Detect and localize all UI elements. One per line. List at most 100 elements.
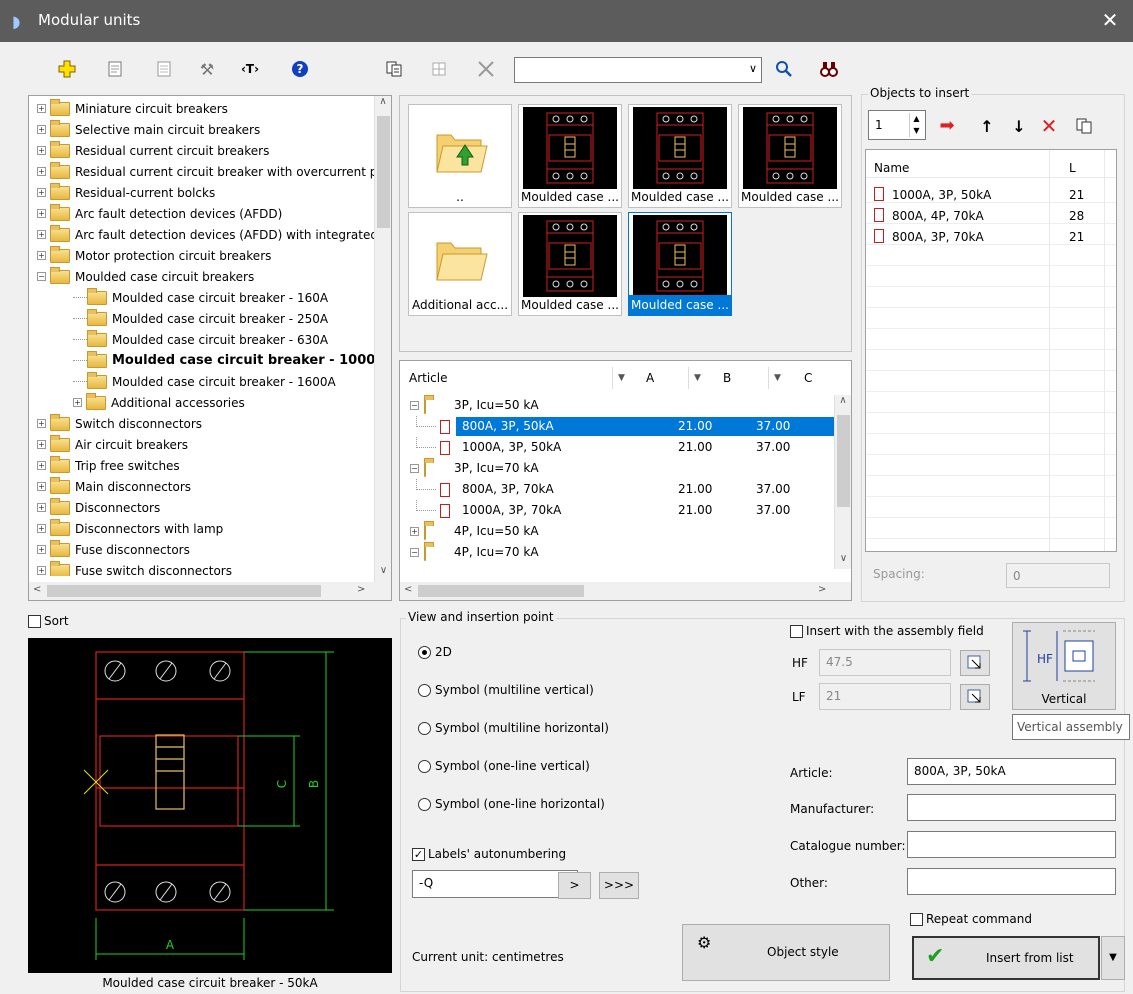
tree-item[interactable]: + Trip free switches xyxy=(37,455,180,476)
count-spinner[interactable]: 1 ▲ ▼ xyxy=(868,110,926,140)
expand-icon[interactable]: + xyxy=(37,419,46,428)
sort-check-box[interactable] xyxy=(28,615,41,628)
repeat-check-box[interactable] xyxy=(910,913,923,926)
close-button[interactable]: ✕ xyxy=(1097,8,1123,34)
properties-icon[interactable] xyxy=(103,57,127,81)
article-group-row[interactable]: − 3P, Icu=50 kA xyxy=(406,395,834,416)
delete-icon[interactable] xyxy=(474,57,498,81)
vertical-assembly-button[interactable]: HF Vertical xyxy=(1012,622,1116,710)
article-vscrollbar[interactable]: ∧ ∨ xyxy=(834,395,851,569)
binoculars-icon[interactable] xyxy=(817,57,841,81)
tree-item[interactable]: + Additional accessories xyxy=(73,392,245,413)
radio-button[interactable] xyxy=(418,646,431,659)
expand-icon[interactable]: + xyxy=(37,440,46,449)
thumbnail-tile[interactable]: .. xyxy=(408,104,512,208)
thumbnail-tile[interactable]: Moulded case ... xyxy=(628,212,732,316)
tree-item[interactable]: Moulded case circuit breaker - 160A xyxy=(73,287,328,308)
lf-field[interactable]: 21 xyxy=(819,683,951,710)
copy-icon[interactable] xyxy=(382,57,406,81)
category-tree[interactable]: + Miniature circuit breakers + Selective ma… xyxy=(28,95,392,601)
object-row[interactable]: 800A, 4P, 70kA 28 xyxy=(866,206,1116,226)
tree-hscrollbar[interactable]: < > xyxy=(29,582,391,600)
search-combo[interactable]: ∨ xyxy=(514,57,762,83)
scroll-left-icon[interactable]: < xyxy=(33,584,41,595)
expand-icon[interactable]: + xyxy=(37,461,46,470)
col-c[interactable]: C xyxy=(804,371,812,385)
tree-item[interactable]: + Residual-current bolcks xyxy=(37,182,215,203)
scroll-down-icon[interactable]: ∨ xyxy=(835,553,852,569)
view-option-radio[interactable]: 2D xyxy=(418,645,452,659)
tree-vscrollbar[interactable]: ∧ ∨ xyxy=(374,96,391,582)
search-icon[interactable] xyxy=(772,57,796,81)
thumbnail-tile[interactable]: Moulded case ... xyxy=(518,212,622,316)
article-hscroll-thumb[interactable] xyxy=(418,585,584,597)
next-number-button[interactable]: > xyxy=(558,872,591,899)
manufacturer-field[interactable] xyxy=(907,794,1116,821)
scroll-right-icon[interactable]: > xyxy=(818,584,826,595)
expand-icon[interactable]: + xyxy=(37,503,46,512)
view-option-radio[interactable]: Symbol (multiline horizontal) xyxy=(418,721,609,735)
grid-icon[interactable] xyxy=(427,57,451,81)
assembly-check-box[interactable] xyxy=(790,625,803,638)
expand-icon[interactable]: + xyxy=(37,167,46,176)
collapse-icon[interactable]: − xyxy=(37,272,46,281)
tree-item[interactable]: + Arc fault detection devices (AFDD) with… xyxy=(37,224,377,245)
assembly-checkbox[interactable]: Insert with the assembly field xyxy=(790,624,984,638)
tree-item[interactable]: Moulded case circuit breaker - 250A xyxy=(73,308,328,329)
tree-item[interactable]: + Disconnectors with lamp xyxy=(37,518,223,539)
expand-icon[interactable]: + xyxy=(73,398,82,407)
article-group-row[interactable]: − 3P, Icu=70 kA xyxy=(406,458,834,479)
tree-vscroll-thumb[interactable] xyxy=(377,116,390,228)
tree-item[interactable]: + Fuse disconnectors xyxy=(37,539,190,560)
remove-icon[interactable]: ✕ xyxy=(1037,114,1061,138)
expand-icon[interactable]: + xyxy=(37,524,46,533)
tree-item[interactable]: + Motor protection circuit breakers xyxy=(37,245,271,266)
collapse-icon[interactable]: − xyxy=(410,548,419,557)
col-b[interactable]: B xyxy=(723,371,731,385)
col-article[interactable]: Article xyxy=(409,371,448,385)
insert-from-list-button[interactable]: ✔ Insert from list xyxy=(912,936,1100,980)
article-group-row[interactable]: − 4P, Icu=70 kA xyxy=(406,542,834,563)
scroll-down-icon[interactable]: ∨ xyxy=(375,565,392,582)
tree-item[interactable]: + Miniature circuit breakers xyxy=(37,98,228,119)
tree-item[interactable]: + Arc fault detection devices (AFDD) xyxy=(37,203,282,224)
hf-field[interactable]: 47.5 xyxy=(819,649,951,676)
expand-icon[interactable]: + xyxy=(37,104,46,113)
radio-button[interactable] xyxy=(418,684,431,697)
article-group-row[interactable]: +4P, Icu=50 kA xyxy=(406,521,834,542)
view-option-radio[interactable]: Symbol (one-line vertical) xyxy=(418,759,590,773)
thumbnail-tile[interactable]: Moulded case ... xyxy=(628,104,732,208)
help-icon[interactable]: ? xyxy=(288,57,312,81)
article-grid[interactable]: Article ▼ A ▼ B ▼ C − 3P, Icu=50 kA 800A, … xyxy=(399,360,852,601)
article-vscroll-thumb[interactable] xyxy=(837,415,850,507)
tree-item[interactable]: Moulded case circuit breaker - 1600A xyxy=(73,371,336,392)
objects-list[interactable]: Name L 1000A, 3P, 50kA 21 800A, 4P, 70kA 28… xyxy=(865,149,1117,552)
renumber-all-button[interactable]: >>> xyxy=(599,872,639,899)
article-row[interactable]: 1000A, 3P, 50kA 21.00 37.00 xyxy=(406,437,834,458)
expand-icon[interactable]: + xyxy=(37,482,46,491)
move-down-icon[interactable]: ↓ xyxy=(1007,114,1031,138)
tree-item[interactable]: + Main disconnectors xyxy=(37,476,191,497)
add-icon[interactable] xyxy=(55,57,79,81)
article-row[interactable]: 1000A, 3P, 70kA 21.00 37.00 xyxy=(406,500,834,521)
spacing-field[interactable]: 0 xyxy=(1006,563,1110,588)
object-row[interactable]: 800A, 3P, 70kA 21 xyxy=(866,227,1116,247)
article-field[interactable]: 800A, 3P, 50kA xyxy=(907,758,1116,785)
tree-item[interactable]: + Air circuit breakers xyxy=(37,434,188,455)
object-style-button[interactable]: ⚙ Object style xyxy=(682,924,890,981)
pick-lf-button[interactable] xyxy=(960,684,990,710)
col-a[interactable]: A xyxy=(646,371,654,385)
tree-hscroll-thumb[interactable] xyxy=(47,585,321,597)
tree-item[interactable]: + Residual current circuit breakers xyxy=(37,140,269,161)
pick-hf-button[interactable] xyxy=(960,650,990,676)
thumbnail-tile[interactable]: Additional acc... xyxy=(408,212,512,316)
tree-item[interactable]: + Switch disconnectors xyxy=(37,413,202,434)
filter-dropdown-icon[interactable]: ▼ xyxy=(612,367,630,389)
scroll-up-icon[interactable]: ∧ xyxy=(375,96,391,113)
expand-icon[interactable]: + xyxy=(37,146,46,155)
tree-item[interactable]: + Selective main circuit breakers xyxy=(37,119,260,140)
expand-icon[interactable]: + xyxy=(37,209,46,218)
tree-item[interactable]: Moulded case circuit breaker - 630A xyxy=(73,329,328,350)
filter-dropdown-icon[interactable]: ▼ xyxy=(688,367,706,389)
copy-icon[interactable] xyxy=(1072,114,1096,138)
